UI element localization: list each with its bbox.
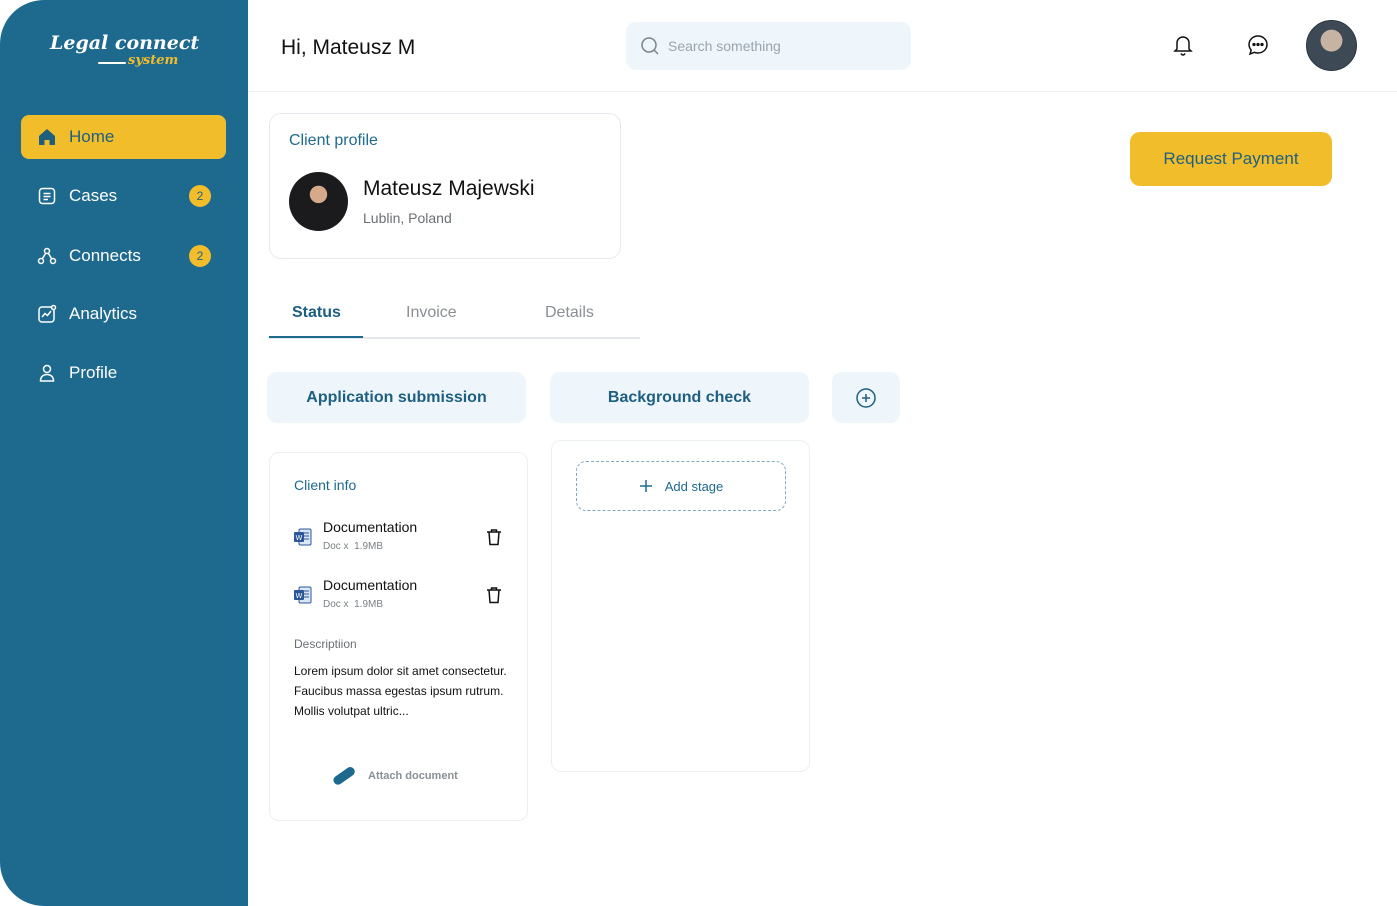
stage-background-check[interactable]: Background check xyxy=(550,372,809,423)
add-stage-button[interactable] xyxy=(832,372,900,423)
sidebar-item-connects[interactable]: Connects 2 xyxy=(21,234,226,278)
top-header: Hi, Mateusz M xyxy=(248,0,1397,92)
description-label: Descriptiion xyxy=(294,637,357,651)
tab-status[interactable]: Status xyxy=(292,304,341,322)
attach-document-button[interactable]: Attach document xyxy=(330,765,458,787)
client-profile-title: Client profile xyxy=(289,132,378,149)
client-profile-card: Client profile Mateusz Majewski Lublin, … xyxy=(269,113,621,259)
tab-invoice[interactable]: Invoice xyxy=(406,304,457,322)
cases-count-badge: 2 xyxy=(189,185,211,207)
attach-document-label: Attach document xyxy=(368,770,458,782)
greeting-title: Hi, Mateusz M xyxy=(281,36,416,59)
sidebar-item-label: Analytics xyxy=(69,304,138,323)
bell-icon[interactable] xyxy=(1170,32,1196,58)
document-meta: Doc x 1.9MB xyxy=(323,541,384,552)
plus-circle-icon xyxy=(855,387,877,409)
sidebar-item-label: Profile xyxy=(69,363,118,382)
client-info-card: Client info W Documentation Doc x 1.9MB … xyxy=(269,452,528,821)
sidebar-item-label: Cases xyxy=(69,186,118,205)
chat-icon[interactable] xyxy=(1245,32,1271,58)
stage-application-submission[interactable]: Application submission xyxy=(267,372,526,423)
description-text: Lorem ipsum dolor sit amet consectetur. … xyxy=(294,664,507,718)
trash-icon[interactable] xyxy=(484,527,504,547)
svg-text:W: W xyxy=(296,534,303,542)
sidebar: Legal connect system Home Cases 2 Connec… xyxy=(0,0,248,906)
client-location: Lublin, Poland xyxy=(363,210,452,226)
background-check-card: Add stage xyxy=(551,440,810,772)
logo-underline xyxy=(98,62,126,64)
search-input[interactable] xyxy=(668,38,888,54)
search-icon xyxy=(640,36,660,56)
app-logo[interactable]: Legal connect system xyxy=(48,30,199,74)
tab-details[interactable]: Details xyxy=(545,304,594,322)
search-bar[interactable] xyxy=(626,22,911,70)
sidebar-item-home[interactable]: Home xyxy=(21,115,226,159)
sidebar-item-label: Connects xyxy=(69,246,141,265)
svg-text:W: W xyxy=(296,592,303,600)
plus-icon xyxy=(639,479,653,493)
client-info-title: Client info xyxy=(294,477,357,493)
sidebar-item-analytics[interactable]: Analytics xyxy=(21,292,226,336)
add-stage-label: Add stage xyxy=(664,478,724,494)
logo-sub-text: system xyxy=(128,53,179,68)
document-name: Documentation xyxy=(323,577,418,593)
client-name: Mateusz Majewski xyxy=(363,177,535,200)
paperclip-icon xyxy=(330,765,356,787)
document-name: Documentation xyxy=(323,519,418,535)
word-doc-icon: W xyxy=(294,586,312,604)
case-tabs: Status Invoice Details xyxy=(269,296,640,339)
logo-main-text: Legal connect xyxy=(50,32,200,54)
connects-count-badge: 2 xyxy=(189,245,211,267)
document-item[interactable]: W Documentation Doc x 1.9MB xyxy=(294,519,509,559)
document-item[interactable]: W Documentation Doc x 1.9MB xyxy=(294,577,509,617)
home-icon xyxy=(37,127,57,147)
word-doc-icon: W xyxy=(294,528,312,546)
profile-icon xyxy=(37,363,57,383)
user-avatar[interactable] xyxy=(1306,20,1357,71)
sidebar-item-label: Home xyxy=(69,127,115,146)
connects-icon xyxy=(37,246,57,266)
cases-icon xyxy=(37,186,57,206)
client-avatar xyxy=(289,172,348,231)
active-tab-indicator xyxy=(269,336,363,338)
sidebar-item-profile[interactable]: Profile xyxy=(21,351,226,395)
sidebar-item-cases[interactable]: Cases 2 xyxy=(21,174,226,218)
add-stage-item-button[interactable]: Add stage xyxy=(576,461,786,511)
analytics-icon xyxy=(37,304,57,324)
document-meta: Doc x 1.9MB xyxy=(323,599,384,610)
request-payment-button[interactable]: Request Payment xyxy=(1130,132,1332,186)
trash-icon[interactable] xyxy=(484,585,504,605)
